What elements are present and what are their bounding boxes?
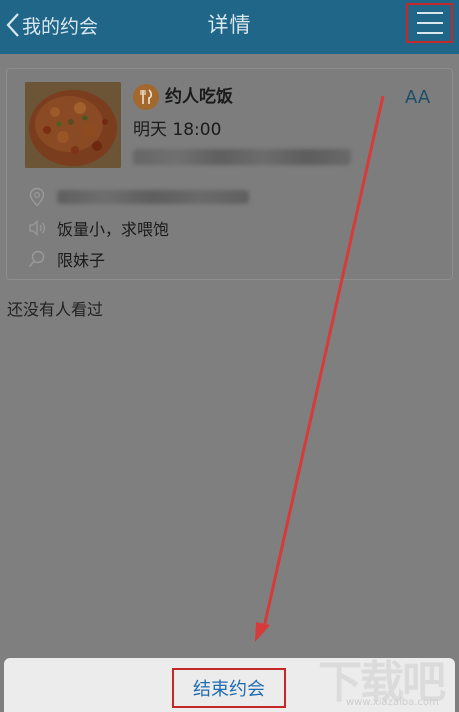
search-person-icon [27, 249, 47, 269]
date-category-label: 约人吃饭 [165, 87, 233, 107]
blurred-restaurant-name [133, 149, 351, 165]
top-navigation-bar: 我的约会 详情 [0, 0, 459, 54]
food-photo [25, 82, 121, 168]
note-row: 饭量小，求喂饱 [27, 216, 169, 240]
blurred-address [57, 190, 249, 204]
location-row [27, 185, 249, 209]
watermark-url: www.xiazaiba.com [346, 697, 439, 708]
page-title: 详情 [207, 13, 252, 37]
date-detail-card: 约人吃饭 AA 明天 18:00 饭量小，求喂饱 限妹子 [6, 68, 453, 280]
dining-category-icon [133, 84, 159, 110]
date-time: 明天 18:00 [133, 120, 222, 140]
date-note: 饭量小，求喂饱 [57, 220, 170, 239]
hamburger-menu-icon [416, 12, 443, 34]
fried-rice-image [25, 82, 121, 168]
end-date-button[interactable]: 结束约会 [172, 668, 286, 708]
date-requirement: 限妹子 [57, 251, 106, 270]
font-size-toggle[interactable]: AA [405, 87, 430, 108]
requirement-row: 限妹子 [27, 247, 105, 271]
menu-button[interactable] [406, 3, 453, 43]
fork-knife-icon [140, 89, 153, 104]
viewers-empty-text: 还没有人看过 [7, 300, 104, 319]
location-pin-icon [27, 187, 47, 207]
speaker-icon [27, 218, 47, 238]
